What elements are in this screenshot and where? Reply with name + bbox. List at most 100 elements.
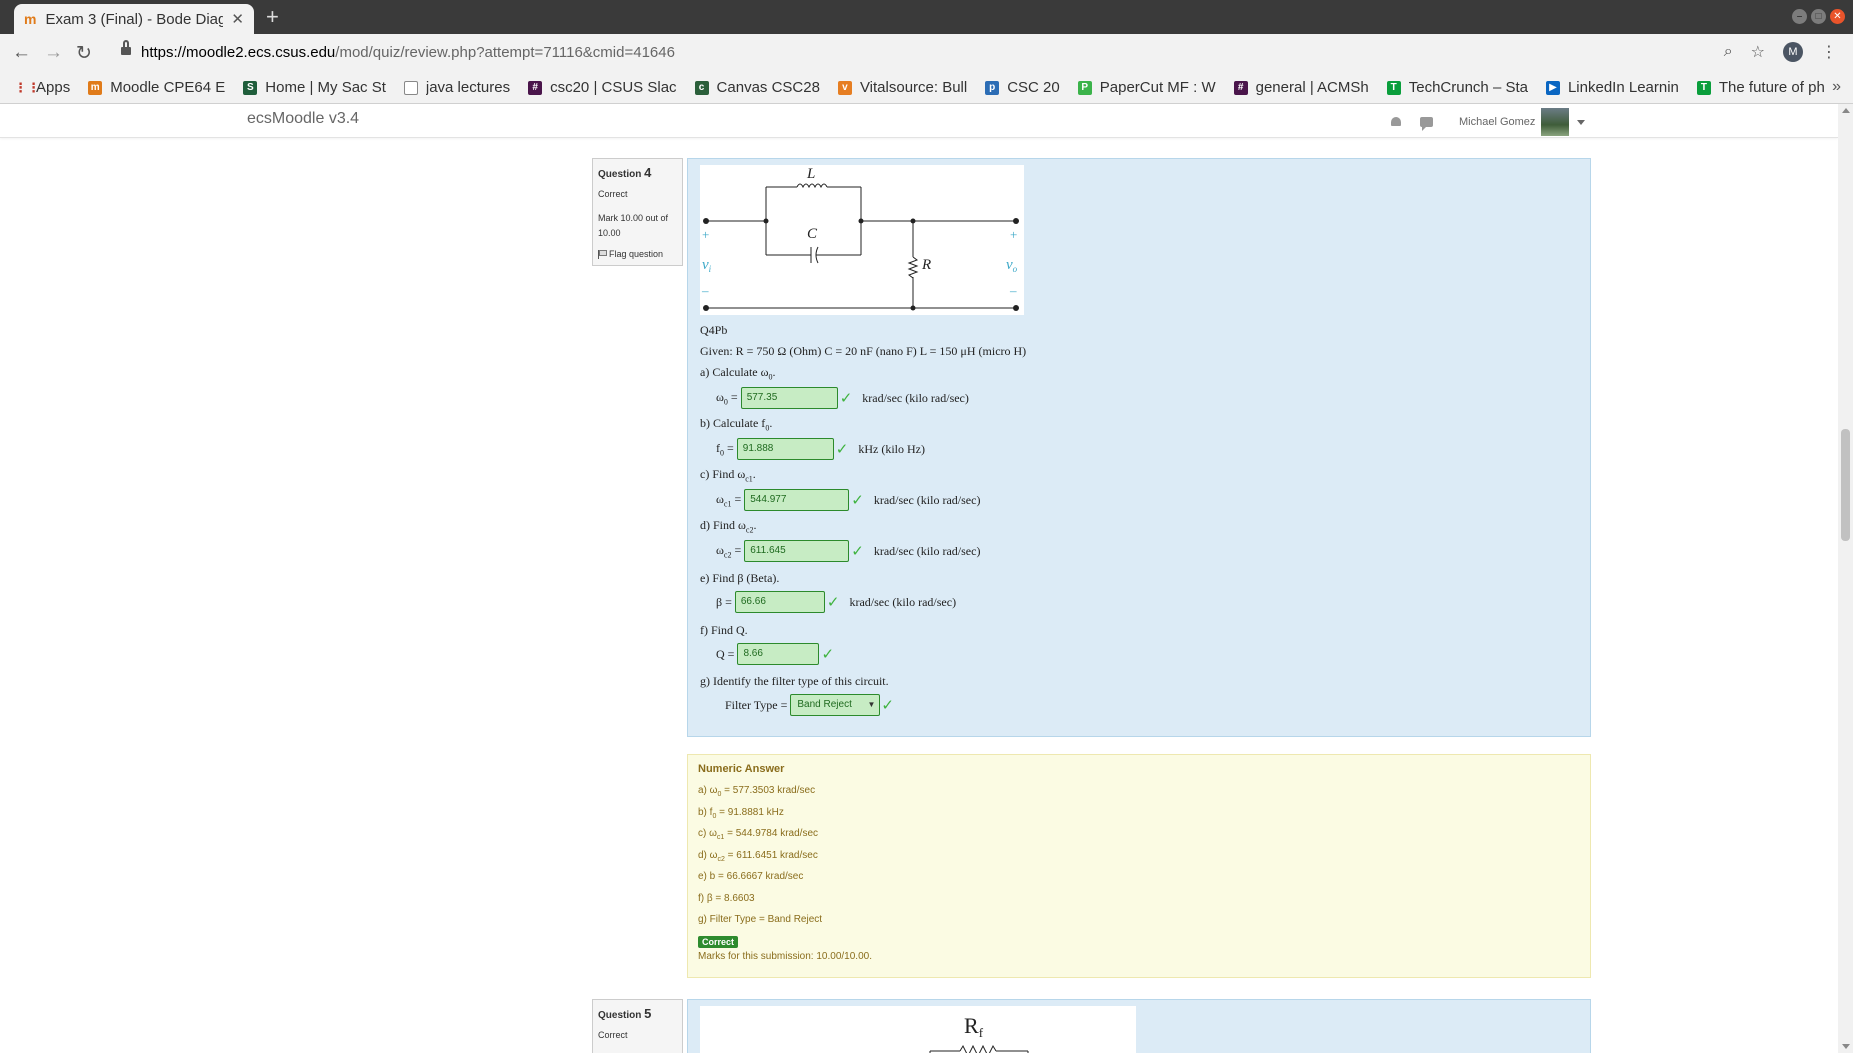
question-number: Question 4	[598, 165, 652, 180]
site-brand[interactable]: ecsMoodle v3.4	[247, 110, 359, 128]
rlc-circuit-diagram: L C R + – + – vi vo	[700, 165, 1024, 315]
input-voltage-label: vi	[702, 257, 712, 274]
part-a-lhs: ω0 =	[716, 389, 738, 407]
close-tab-icon[interactable]: ✕	[231, 10, 244, 28]
bookmark-item[interactable]: T The future of ph	[1696, 79, 1825, 96]
bookmarks-bar: ⋮⋮ Apps m Moodle CPE64 E S Home | My Sac St…	[0, 72, 1853, 104]
bookmark-item[interactable]: T TechCrunch – Sta	[1386, 79, 1528, 96]
bookmark-item[interactable]: java lectures	[403, 79, 510, 96]
part-e-unit: krad/sec (kilo rad/sec)	[849, 594, 957, 609]
bookmark-item[interactable]: m Moodle CPE64 E	[88, 79, 225, 96]
browser-tab[interactable]: m Exam 3 (Final) - Bode Diag ✕	[14, 4, 254, 34]
correct-check-icon: ✓	[826, 593, 840, 611]
f0-input[interactable]: 91.888	[736, 438, 834, 460]
question-id: Q4Pb	[700, 323, 728, 337]
more-bookmarks-icon[interactable]: »	[1832, 78, 1841, 96]
part-f-prompt: f) Find Q.	[700, 623, 748, 637]
notification-bell-icon[interactable]	[1390, 116, 1402, 128]
back-arrow-icon[interactable]: ←	[12, 42, 31, 64]
moodle-navbar: ecsMoodle v3.4 Michael Gomez	[0, 104, 1838, 138]
filter-type-select[interactable]: Band Reject ▼	[790, 694, 881, 716]
correct-check-icon: ✓	[835, 440, 849, 458]
user-name[interactable]: Michael Gomez	[1459, 116, 1535, 128]
question-number: Question 5	[598, 1006, 652, 1021]
bookmark-item[interactable]: S Home | My Sac St	[243, 79, 386, 96]
bookmark-apps[interactable]: ⋮⋮ Apps	[14, 79, 70, 96]
part-d-unit: krad/sec (kilo rad/sec)	[873, 543, 981, 558]
slack-icon: #	[528, 80, 543, 95]
feedback-a: a) ω0 = 577.3503 krad/sec	[698, 785, 816, 798]
bookmark-item[interactable]: P PaperCut MF : W	[1077, 79, 1216, 96]
scroll-down-icon[interactable]	[1842, 1044, 1850, 1049]
part-e-answer-row: β = 66.66 ✓ krad/sec (kilo rad/sec)	[716, 591, 956, 613]
bookmark-item[interactable]: # csc20 | CSUS Slac	[528, 79, 677, 96]
vitalsource-icon: v	[837, 80, 852, 95]
omega0-input[interactable]: 577.35	[740, 387, 838, 409]
flag-question-label: Flag question	[609, 249, 664, 259]
question-4-content: L C R + – + – vi vo Q4Pb Given: R = 750 …	[687, 158, 1591, 737]
tab-title: Exam 3 (Final) - Bode Diag	[45, 10, 224, 28]
part-d-lhs: ωc2 =	[716, 542, 742, 560]
chevron-down-icon[interactable]	[1577, 119, 1586, 125]
url-path: /mod/quiz/review.php?attempt=71116&cmid=…	[335, 44, 675, 61]
part-b-prompt: b) Calculate f0.	[700, 416, 773, 433]
bookmark-item[interactable]: v Vitalsource: Bull	[837, 79, 967, 96]
zoom-icon[interactable]: ⌕	[1724, 43, 1733, 61]
slack-icon: #	[1233, 80, 1248, 95]
scroll-up-icon[interactable]	[1842, 108, 1850, 113]
reload-icon[interactable]: ↻	[76, 42, 92, 65]
messages-icon[interactable]	[1420, 117, 1433, 131]
bookmark-item[interactable]: p CSC 20	[985, 79, 1060, 96]
question-status: Correct	[598, 189, 628, 199]
feedback-f: f) β = 8.6603	[698, 893, 755, 904]
part-b-unit: kHz (kilo Hz)	[858, 441, 926, 456]
part-d-answer-row: ωc2 = 611.645 ✓ krad/sec (kilo rad/sec)	[716, 540, 980, 562]
flag-question-button[interactable]: Flag question	[598, 249, 677, 259]
q-factor-input[interactable]: 8.66	[737, 643, 820, 665]
omega-c2-input[interactable]: 611.645	[744, 540, 850, 562]
part-f-answer-row: Q = 8.66 ✓	[716, 643, 844, 665]
correct-check-icon: ✓	[881, 696, 894, 714]
bookmark-item[interactable]: c Canvas CSC28	[694, 79, 820, 96]
bookmark-item[interactable]: ▶ LinkedIn Learnin	[1545, 79, 1679, 96]
window-controls: – □ ✕	[1792, 9, 1845, 24]
bookmark-star-icon[interactable]: ☆	[1751, 42, 1765, 62]
part-g-prompt: g) Identify the filter type of this circ…	[700, 674, 889, 688]
page-scrollbar[interactable]	[1838, 104, 1853, 1053]
apps-grid-icon: ⋮⋮	[14, 79, 40, 95]
part-d-prompt: d) Find ωc2.	[700, 518, 757, 535]
menu-kebab-icon[interactable]: ⋮	[1821, 42, 1837, 62]
correct-check-icon: ✓	[839, 389, 853, 407]
user-avatar[interactable]	[1541, 108, 1570, 136]
feedback-title: Numeric Answer	[698, 763, 785, 775]
url-field[interactable]: https://moodle2.ecs.csus.edu/mod/quiz/re…	[141, 44, 675, 61]
new-tab-button[interactable]: +	[266, 4, 279, 30]
given-values: Given: R = 750 Ω (Ohm) C = 20 nF (nano F…	[700, 344, 1027, 358]
close-window-icon[interactable]: ✕	[1830, 9, 1845, 24]
question-status: Correct	[598, 1030, 628, 1040]
minimize-icon[interactable]: –	[1792, 9, 1807, 24]
omega-c1-input[interactable]: 544.977	[744, 489, 850, 511]
linkedin-icon: ▶	[1545, 80, 1560, 95]
capacitor-label: C	[807, 226, 818, 242]
feedback-c: c) ωc1 = 544.9784 krad/sec	[698, 828, 819, 841]
submission-marks: Marks for this submission: 10.00/10.00.	[698, 951, 872, 962]
maximize-icon[interactable]: □	[1811, 9, 1826, 24]
correct-check-icon: ✓	[851, 491, 864, 509]
resistor-label: R	[921, 257, 931, 273]
correct-check-icon: ✓	[851, 542, 864, 560]
address-bar: ← → ↻ https://moodle2.ecs.csus.edu/mod/q…	[0, 34, 1853, 72]
forward-arrow-icon[interactable]: →	[44, 42, 63, 64]
canvas-icon: c	[694, 80, 709, 95]
scroll-thumb[interactable]	[1841, 429, 1850, 541]
p-icon: p	[985, 80, 1000, 95]
part-b-lhs: f0 =	[716, 440, 734, 458]
profile-avatar[interactable]: M	[1783, 42, 1803, 62]
address-bar-actions: ⌕ ☆ M ⋮	[1724, 42, 1837, 62]
beta-input[interactable]: 66.66	[734, 591, 825, 613]
bookmark-item[interactable]: # general | ACMSh	[1233, 79, 1369, 96]
output-minus-label: –	[1009, 283, 1017, 298]
part-b-answer-row: f0 = 91.888 ✓ kHz (kilo Hz)	[716, 438, 925, 460]
lock-icon	[121, 40, 131, 57]
input-minus-label: –	[701, 283, 709, 298]
